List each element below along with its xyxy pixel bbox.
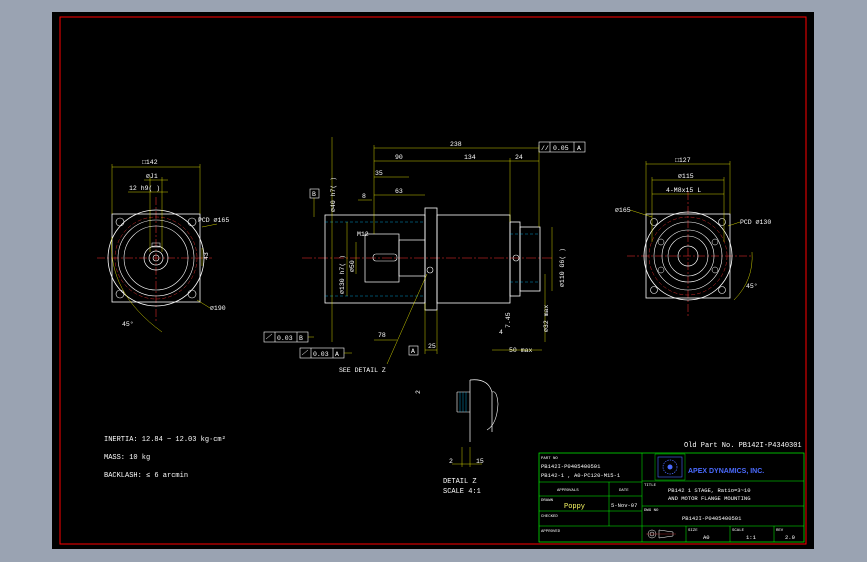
datum-b-label: B	[312, 191, 316, 198]
drawing-canvas[interactable]: □142 ⌀J1 12 h9( ) PCD ⌀165 ⌀190 45° 43 2…	[52, 12, 814, 549]
part-no-line-2: PB142-1 , A0-PC120-M15-1	[541, 472, 621, 479]
svg-text:0.05: 0.05	[553, 145, 569, 152]
company-logo	[657, 456, 683, 478]
old-part-number: Old Part No. PB142I-P4340301	[684, 442, 802, 450]
size-value: A0	[703, 534, 710, 541]
svg-text://: //	[541, 145, 549, 152]
motor-thread-dim: 4-M8x15 L	[666, 187, 701, 194]
front-pcd-dim: PCD ⌀165	[198, 217, 229, 224]
motor-angle-dim: 45°	[746, 282, 758, 290]
motor-pcd-dim: PCD ⌀130	[740, 219, 771, 226]
drawing-sheet: □142 ⌀J1 12 h9( ) PCD ⌀165 ⌀190 45° 43 2…	[59, 16, 807, 545]
title-line-2: AND MOTOR FLANGE MOUNTING	[668, 495, 751, 502]
svg-text:0.03: 0.03	[277, 335, 293, 342]
note-mass: MASS: 10 kg	[104, 454, 150, 462]
runout-frame-b: 0.03 B	[263, 331, 314, 343]
side-depth-dim: 50 max	[509, 347, 533, 354]
motor-square-dim: □127	[675, 157, 691, 164]
rev-value: 2.0	[785, 534, 795, 541]
side-right-spigot-dim: ⌀110 G6( )	[559, 248, 566, 287]
size-label: SIZE	[688, 529, 698, 533]
detail-dim-1: 2	[415, 390, 422, 394]
side-total-dim: 238	[450, 141, 462, 148]
datum-a-label: A	[411, 348, 415, 355]
sheet-border	[59, 16, 807, 545]
svg-text:0.03: 0.03	[313, 351, 329, 358]
title-block[interactable]: PART NO PB142I-P0405400501 PB142-1 , A0-…	[538, 452, 805, 543]
date-label: DATE	[619, 489, 629, 493]
front-key-dim: 12 h9( )	[129, 185, 160, 192]
drawn-name: Poppy	[564, 503, 585, 511]
side-f-dim: 8	[362, 193, 366, 200]
approvals-label: APPROVALS	[557, 489, 579, 493]
side-inner-dim: ⌀50	[349, 260, 356, 272]
runout-frame-a: 0.03 A	[299, 347, 352, 359]
side-e-dim: 63	[395, 188, 403, 195]
dwg-no-label: DWG NO	[644, 509, 659, 513]
side-view[interactable]: 238 90 134 24 35 63 8 // 0.05 A ⌀40 h7( …	[263, 137, 586, 374]
side-bottom-b-dim: 25	[428, 343, 436, 350]
title-line-1: PB142 1 STAGE, Ratio=3~10	[668, 487, 751, 494]
part-no-label: PART NO	[541, 457, 558, 461]
svg-text:A: A	[335, 351, 339, 358]
detail-title: DETAIL Z	[443, 478, 477, 486]
front-angle-dim: 45°	[122, 320, 134, 328]
dwg-no-value: PB142I-P0405400501	[682, 515, 742, 522]
drawn-label: DRAWN	[541, 499, 554, 503]
note-backlash: BACKLASH: ≤ 6 arcmin	[104, 472, 188, 480]
side-spigot-dim: ⌀130 h7( )	[339, 255, 346, 294]
see-detail-callout: SEE DETAIL Z	[339, 367, 386, 374]
side-thread-dim: M12	[357, 231, 369, 238]
approved-label: APPROVED	[541, 530, 561, 534]
checked-label: CHECKED	[541, 515, 558, 519]
detail-scale: SCALE 4:1	[443, 488, 481, 496]
title-label: TITLE	[644, 484, 657, 488]
part-no-line-1: PB142I-P0405400501	[541, 463, 601, 470]
motor-bolt-dim: ⌀115	[678, 173, 694, 180]
front-side-dim: 43	[203, 252, 210, 260]
side-bottom-a-dim: 78	[378, 332, 386, 339]
front-view[interactable]: □142 ⌀J1 12 h9( ) PCD ⌀165 ⌀190 45° 43	[97, 159, 229, 333]
note-inertia: INERTIA: 12.84 ~ 12.03 kg·cm²	[104, 436, 226, 444]
front-shaft-dim: ⌀J1	[146, 173, 158, 180]
side-pilot-dim: ⌀32 max	[543, 305, 550, 332]
side-b-dim: 134	[464, 154, 476, 161]
company-name: APEX DYNAMICS, INC.	[688, 468, 764, 475]
detail-dim-2: 2	[449, 458, 453, 465]
scale-value: 1:1	[746, 534, 757, 541]
side-a-dim: 90	[395, 154, 403, 161]
rev-label: REV	[776, 529, 784, 533]
specification-notes: INERTIA: 12.84 ~ 12.03 kg·cm² MASS: 10 k…	[104, 436, 226, 480]
side-shaft-dim: ⌀40 h7( )	[330, 177, 337, 212]
motor-hole-dim: ⌀165	[615, 207, 631, 214]
parallel-tolerance-frame: // 0.05 A	[538, 141, 586, 153]
side-c-dim: 24	[515, 154, 523, 161]
projection-symbol-icon	[646, 529, 676, 539]
motor-flange-view[interactable]: □127 ⌀115 4-M8x15 L ⌀165 PCD ⌀130 45°	[615, 157, 771, 317]
side-key-dim: 7.45	[505, 312, 512, 328]
side-bottom-c-dim: 4	[499, 329, 503, 336]
svg-text:A: A	[577, 145, 581, 152]
front-square-dim: □142	[142, 159, 158, 166]
side-d-dim: 35	[375, 170, 383, 177]
detail-dim-3: 15	[476, 458, 484, 465]
front-hole-dim: ⌀190	[210, 305, 226, 312]
svg-text:B: B	[299, 335, 303, 342]
scale-label: SCALE	[732, 529, 745, 533]
detail-z[interactable]: 2 2 15 DETAIL Z SCALE 4:1	[415, 379, 499, 496]
drawn-date: 5-Nov-07	[611, 502, 637, 509]
